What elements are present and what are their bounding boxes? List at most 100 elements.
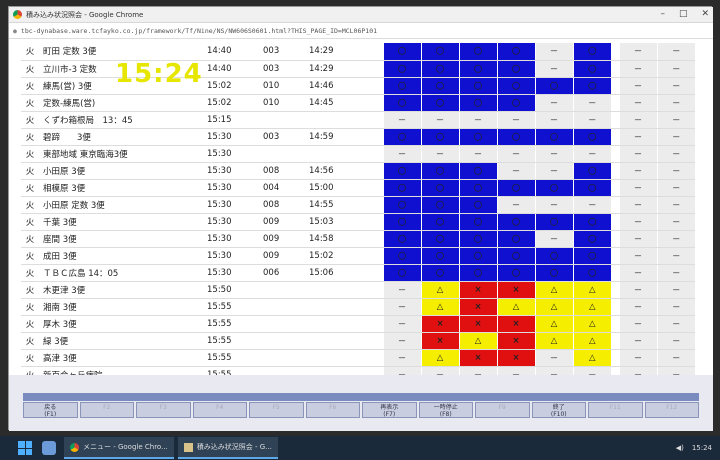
spacer [611, 128, 619, 146]
table-row[interactable]: 火定数-練馬(営) 15:02 010 14:45 〇〇〇〇－－－－ [21, 94, 695, 112]
vehicle-code: 009 [263, 247, 309, 265]
table-row[interactable]: 火高津 3便 15:55 － △ × × － △ －－ [21, 349, 695, 367]
maximize-button[interactable]: □ [679, 9, 688, 19]
status-cell: 〇 [534, 77, 573, 95]
address-bar[interactable]: ● tbc-dynabase.ware.tcfayko.co.jp/framew… [9, 23, 713, 39]
spacer [611, 366, 619, 375]
lock-icon: ● [13, 26, 17, 35]
status-cell: － [420, 366, 459, 375]
function-key-label: 一時停止 [433, 404, 458, 411]
function-key-1[interactable]: 戻る (F1) [23, 402, 78, 418]
status-cell: 〇 [496, 247, 535, 265]
spacer [375, 230, 383, 248]
status-cell: － [534, 60, 573, 78]
table-row[interactable]: 火千葉 3便 15:30 009 15:03 〇〇〇〇〇〇－－ [21, 213, 695, 231]
status-cell: － [572, 145, 611, 163]
function-key-code: F12 [666, 404, 678, 411]
function-key-12[interactable]: F12 [644, 402, 699, 418]
table-row[interactable]: 火小田原 3便 15:30 008 14:56 〇〇〇－－〇－－ [21, 162, 695, 180]
spacer [375, 179, 383, 197]
spacer [375, 111, 383, 129]
windows-start-icon[interactable] [18, 441, 32, 455]
function-key-7[interactable]: 再表示 (F7) [362, 402, 417, 418]
status-cell: 〇 [458, 43, 497, 61]
tray-clock[interactable]: 15:24 [692, 444, 712, 452]
function-key-2[interactable]: F2 [79, 402, 134, 418]
status-cell: 〇 [382, 230, 421, 248]
table-row[interactable]: 火緑 3便 15:55 － × △ × △ △ －－ [21, 332, 695, 350]
arrival-time: 14:55 [309, 196, 375, 214]
taskbar-item-menu[interactable]: メニュー - Google Chro... [64, 437, 174, 459]
function-key-8[interactable]: 一時停止 (F8) [418, 402, 473, 418]
vehicle-code: 006 [263, 264, 309, 282]
status-cell: － [496, 162, 535, 180]
table-row[interactable]: 火新百合ヶ丘病院15:55－－－－－－－－ [21, 366, 695, 375]
status-cell: △ [534, 281, 573, 299]
status-cell: 〇 [534, 179, 573, 197]
table-row[interactable]: 火成田 3便 15:30 009 15:02 〇〇〇〇〇〇－－ [21, 247, 695, 265]
taskview-icon[interactable] [42, 441, 56, 455]
spacer [375, 332, 383, 350]
day-cell: 火 [21, 281, 39, 299]
status-cell: － [618, 281, 657, 299]
arrival-time: 14:45 [309, 94, 375, 112]
status-cell: △ [572, 281, 611, 299]
route-name: 高津 3便 [39, 349, 207, 367]
taskbar-item-loading-status[interactable]: 積み込み状況照会 - G... [177, 437, 278, 459]
status-cell: 〇 [458, 94, 497, 112]
function-key-code: F11 [609, 404, 621, 411]
chrome-icon [13, 10, 22, 19]
arrival-time [309, 315, 375, 333]
vehicle-code: 010 [263, 94, 309, 112]
status-cell: － [618, 60, 657, 78]
function-key-4[interactable]: F4 [192, 402, 247, 418]
spacer [375, 281, 383, 299]
day-cell: 火 [21, 315, 39, 333]
function-key-6[interactable]: F6 [305, 402, 360, 418]
function-key-10[interactable]: 終了 (F10) [531, 402, 586, 418]
spacer [375, 298, 383, 316]
table-row[interactable]: 火座間 3便 15:30 009 14:58 〇〇〇〇－〇－－ [21, 230, 695, 248]
table-row[interactable]: 火碧蹄 3便 15:30 003 14:59 〇〇〇〇〇〇－－ [21, 128, 695, 146]
table-row[interactable]: 火小田原 定数 3便 15:30 008 14:55 〇〇〇－－－－－ [21, 196, 695, 214]
status-cell: 〇 [572, 213, 611, 231]
spacer [375, 315, 383, 333]
minimize-button[interactable]: – [660, 9, 665, 19]
speaker-icon[interactable]: ◀) [676, 444, 684, 452]
status-cell: 〇 [420, 213, 459, 231]
close-button[interactable]: ✕ [701, 9, 709, 19]
table-row[interactable]: 火くずわ箱根局 13：45 15:15 －－－－－－－－ [21, 111, 695, 129]
status-cell: － [656, 179, 695, 197]
status-cell: － [458, 111, 497, 129]
function-key-9[interactable]: F9 [475, 402, 530, 418]
status-cell: △ [572, 349, 611, 367]
table-row[interactable]: 火厚木 3便 15:55 － × × × △ △ －－ [21, 315, 695, 333]
route-name: 碧蹄 3便 [39, 128, 207, 146]
table-row[interactable]: 火相模原 3便 15:30 004 15:00 〇〇〇〇〇〇－－ [21, 179, 695, 197]
vehicle-code: 008 [263, 196, 309, 214]
spacer [375, 60, 383, 78]
route-name: 東部地域 東京臨海3便 [39, 145, 207, 163]
table-row[interactable]: 火 ＴＢＣ広島 14：05 15:30 006 15:06 〇〇〇〇〇〇－－ [21, 264, 695, 282]
spacer [611, 213, 619, 231]
status-cell: － [618, 111, 657, 129]
table-row[interactable]: 火東部地域 東京臨海3便 15:30 －－－－－－－－ [21, 145, 695, 163]
status-cell: － [382, 349, 421, 367]
status-cell: － [656, 128, 695, 146]
function-key-11[interactable]: F11 [588, 402, 643, 418]
status-cell: － [382, 111, 421, 129]
status-cell: △ [534, 315, 573, 333]
status-cell: 〇 [534, 128, 573, 146]
status-cell: 〇 [496, 128, 535, 146]
function-key-5[interactable]: F5 [249, 402, 304, 418]
table-row[interactable]: 火木更津 3便 15:50 － △ × × △ △ －－ [21, 281, 695, 299]
function-key-3[interactable]: F3 [136, 402, 191, 418]
table-row[interactable]: 火町田 定数 3便 14:40 003 14:29 〇〇〇〇－〇－－ [21, 43, 695, 61]
table-row[interactable]: 火湘南 3便 15:55 － △ × △ △ △ －－ [21, 298, 695, 316]
spacer [375, 94, 383, 112]
title-bar: 積み込み状況照会 - Google Chrome – □ ✕ [9, 7, 713, 23]
status-cell: － [382, 145, 421, 163]
status-cell: － [572, 94, 611, 112]
status-cell: × [496, 315, 535, 333]
status-cell: 〇 [458, 77, 497, 95]
